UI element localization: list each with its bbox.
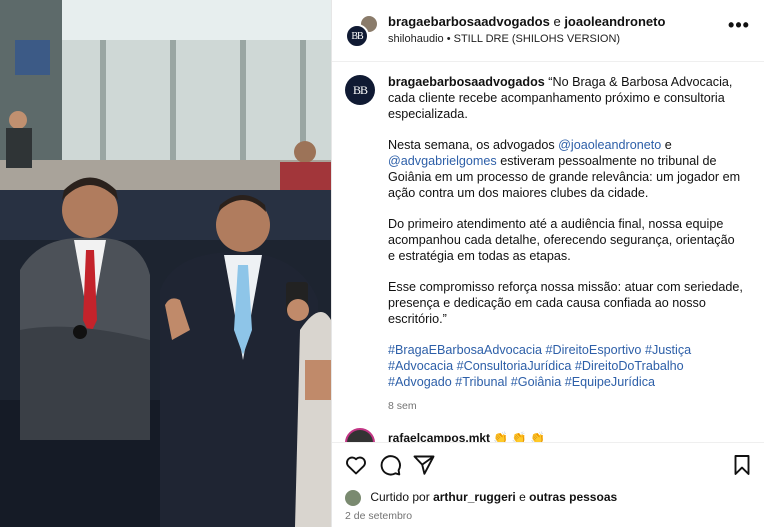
commenter-username[interactable]: rafaelcampos.mkt	[388, 431, 490, 442]
comment-item: rafaelcampos.mkt 👏 👏 👏	[345, 428, 764, 442]
hashtag-link[interactable]: #DireitoDoTrabalho	[575, 359, 684, 373]
mention-link[interactable]: @joaoleandroneto	[558, 138, 661, 152]
author-link-1[interactable]: bragaebarbosaadvogados	[388, 14, 550, 29]
comments-section[interactable]: BB bragaebarbosaadvogados “No Braga & Ba…	[332, 62, 764, 442]
caption-timestamp[interactable]: 8 sem	[388, 398, 744, 414]
post-header: BB bragaebarbosaadvogados e joaoleandron…	[332, 0, 764, 62]
caption-text-2a: Nesta semana, os advogados	[388, 138, 559, 152]
hashtag-link[interactable]: #ConsultoriaJurídica	[457, 359, 572, 373]
caption-paragraph-3: Do primeiro atendimento até a audiência …	[388, 217, 735, 263]
send-icon[interactable]	[412, 453, 436, 477]
hashtag-link[interactable]: #Justiça	[645, 343, 691, 357]
bookmark-icon[interactable]	[730, 453, 754, 477]
action-bar: Curtido por arthur_ruggeri e outras pess…	[332, 442, 764, 527]
caption-username[interactable]: bragaebarbosaadvogados	[388, 75, 545, 89]
photo-illustration	[0, 0, 331, 527]
hashtag-list: #BragaEBarbosaAdvocacia #DireitoEsportiv…	[388, 342, 744, 390]
comment-body: 👏 👏 👏	[493, 431, 545, 442]
likes-conjunction: e	[519, 490, 526, 505]
hashtag-link[interactable]: #Advogado	[388, 375, 452, 389]
more-options-icon[interactable]: •••	[728, 16, 750, 38]
hashtag-link[interactable]: #BragaEBarbosaAdvocacia	[388, 343, 542, 357]
mention-link[interactable]: @advgabrielgomes	[388, 154, 497, 168]
heart-icon[interactable]	[344, 453, 368, 477]
author-link-2[interactable]: joaoleandroneto	[564, 14, 665, 29]
liker-username[interactable]: arthur_ruggeri	[433, 490, 516, 504]
caption-avatar[interactable]: BB	[345, 75, 375, 105]
hashtag-link[interactable]: #EquipeJurídica	[565, 375, 655, 389]
instagram-post-view: BB bragaebarbosaadvogados e joaoleandron…	[0, 0, 764, 527]
caption-paragraph-4: Esse compromisso reforça nossa missão: a…	[388, 280, 743, 326]
caption-paragraph-1: bragaebarbosaadvogados “No Braga & Barbo…	[388, 74, 744, 122]
audio-link[interactable]: shilohaudio • STILL DRE (SHILOHS VERSION…	[388, 33, 620, 45]
comment-text: rafaelcampos.mkt 👏 👏 👏	[388, 431, 545, 442]
commenter-avatar[interactable]	[345, 428, 375, 442]
post-date[interactable]: 2 de setembro	[345, 510, 412, 522]
hashtag-link[interactable]: #Tribunal	[455, 375, 507, 389]
hashtag-link[interactable]: #Advocacia	[388, 359, 453, 373]
caption-paragraph-2: Nesta semana, os advogados @joaoleandron…	[388, 137, 744, 201]
hashtag-link[interactable]: #Goiânia	[511, 375, 561, 389]
comment-icon[interactable]	[378, 453, 402, 477]
author-separator: e	[553, 14, 561, 29]
likes-summary: Curtido por arthur_ruggeri e outras pess…	[345, 490, 617, 506]
caption-text-2b: e	[661, 138, 672, 152]
liker-avatar[interactable]	[345, 490, 361, 506]
avatar-primary[interactable]: BB	[345, 24, 369, 48]
post-photo[interactable]	[0, 0, 331, 527]
post-details-panel: BB bragaebarbosaadvogados e joaoleandron…	[331, 0, 764, 527]
author-avatars[interactable]: BB	[345, 14, 379, 48]
likes-others-link[interactable]: outras pessoas	[529, 490, 617, 504]
likes-prefix: Curtido por	[370, 490, 430, 505]
hashtag-link[interactable]: #DireitoEsportivo	[546, 343, 642, 357]
post-caption: bragaebarbosaadvogados “No Braga & Barbo…	[388, 74, 744, 414]
post-authors: bragaebarbosaadvogados e joaoleandroneto	[388, 14, 665, 29]
